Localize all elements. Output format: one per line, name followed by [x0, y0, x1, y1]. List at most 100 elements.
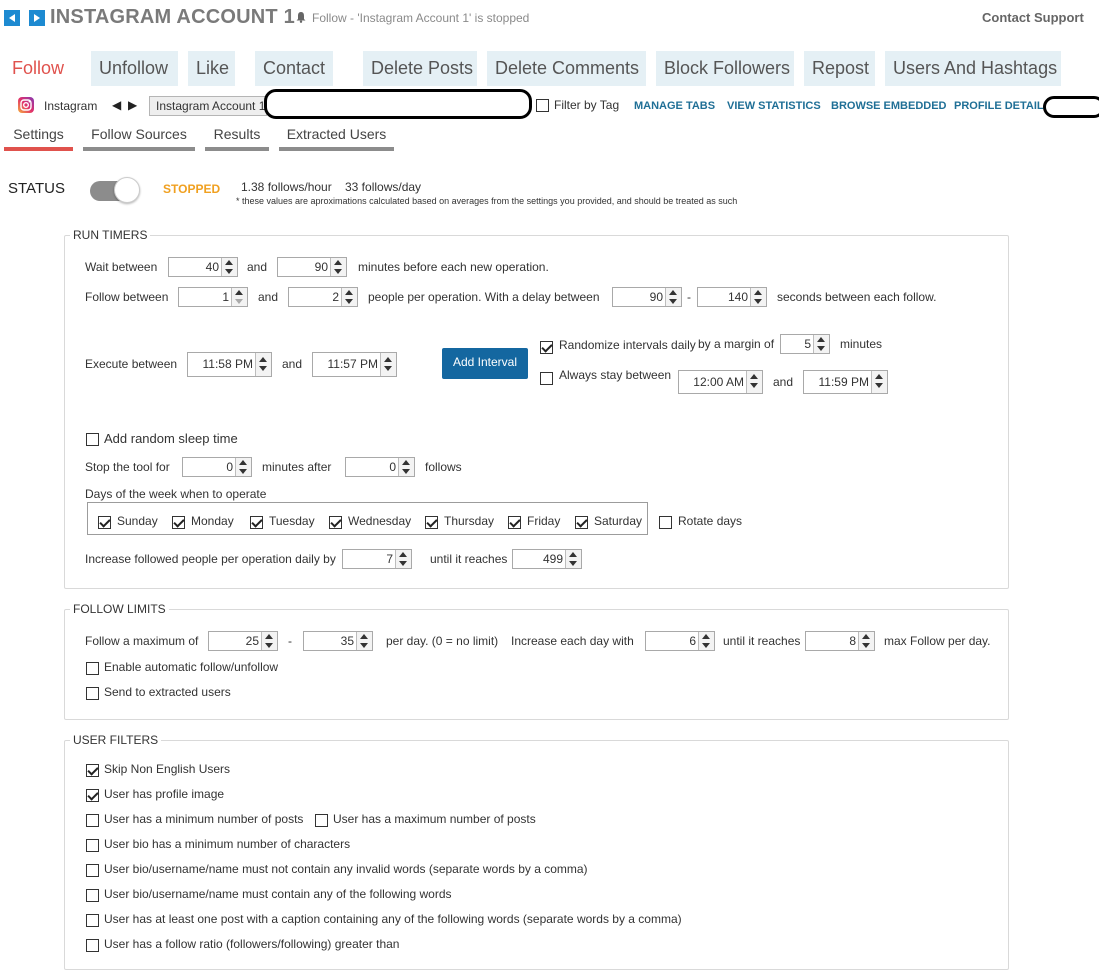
until-reaches-label: until it reaches	[430, 552, 508, 566]
margin-label: by a margin of	[698, 337, 775, 351]
day-monday-checkbox[interactable]	[172, 516, 185, 529]
max-max-stepper[interactable]: 35	[303, 631, 373, 651]
send-extracted-checkbox[interactable]	[86, 687, 99, 700]
day-wednesday-checkbox[interactable]	[329, 516, 342, 529]
tab-block-followers[interactable]: Block Followers	[656, 51, 794, 86]
delay-suffix-label: seconds between each follow.	[777, 290, 937, 304]
filter-by-tag-checkbox[interactable]	[536, 99, 549, 112]
view-statistics-link[interactable]: VIEW STATISTICS	[727, 100, 821, 112]
subtab-follow-sources[interactable]: Follow Sources	[83, 124, 195, 151]
add-interval-button[interactable]: Add Interval	[442, 348, 528, 379]
and-label: and	[247, 260, 268, 274]
back-button[interactable]	[4, 10, 20, 26]
next-account-icon[interactable]: ▶	[128, 98, 137, 112]
day-thursday-label: Thursday	[444, 514, 495, 528]
tab-unfollow[interactable]: Unfollow	[91, 51, 178, 86]
profile-details-link[interactable]: PROFILE DETAILS	[954, 100, 1051, 112]
rotate-days-checkbox[interactable]	[659, 516, 672, 529]
day-tuesday-label: Tuesday	[269, 514, 315, 528]
follow-max-stepper[interactable]: 2	[288, 287, 358, 307]
tab-repost[interactable]: Repost	[804, 51, 875, 86]
day-thursday-checkbox[interactable]	[425, 516, 438, 529]
random-sleep-label: Add random sleep time	[104, 431, 238, 446]
max-posts-checkbox[interactable]	[315, 814, 328, 827]
status-toggle[interactable]	[90, 177, 140, 203]
increase-each-stepper[interactable]: 6	[645, 631, 715, 651]
filter-by-tag-label: Filter by Tag	[554, 98, 620, 112]
send-extracted-label: Send to extracted users	[104, 685, 231, 699]
day-sunday-label: Sunday	[117, 514, 158, 528]
day-saturday-checkbox[interactable]	[575, 516, 588, 529]
stay-start-stepper[interactable]: 12:00 AM	[678, 370, 763, 394]
subtab-settings[interactable]: Settings	[4, 124, 73, 151]
tab-contact[interactable]: Contact	[255, 51, 333, 86]
wait-min-stepper[interactable]: 40	[168, 257, 238, 277]
delay-min-stepper[interactable]: 90	[612, 287, 682, 307]
invalid-words-label: User bio/username/name must not contain …	[104, 862, 588, 876]
required-words-checkbox[interactable]	[86, 889, 99, 902]
max-min-stepper[interactable]: 25	[208, 631, 278, 651]
day-tuesday-checkbox[interactable]	[250, 516, 263, 529]
day-sunday-checkbox[interactable]	[98, 516, 111, 529]
execute-start-stepper[interactable]: 11:58 PM	[187, 352, 272, 377]
random-sleep-checkbox[interactable]	[86, 433, 99, 446]
subtab-extracted-users[interactable]: Extracted Users	[279, 124, 394, 151]
redaction-mark	[264, 89, 532, 119]
follows-per-hour: 1.38 follows/hour	[241, 180, 332, 194]
contact-support-link[interactable]: Contact Support	[982, 10, 1084, 25]
bio-min-chars-checkbox[interactable]	[86, 839, 99, 852]
browse-embedded-link[interactable]: BROWSE EMBEDDED	[831, 100, 947, 112]
invalid-words-checkbox[interactable]	[86, 864, 99, 877]
increase-by-stepper[interactable]: 7	[342, 549, 412, 569]
profile-image-checkbox[interactable]	[86, 789, 99, 802]
day-friday-checkbox[interactable]	[508, 516, 521, 529]
wait-between-label: Wait between	[85, 260, 158, 274]
status-badge: STOPPED	[163, 182, 221, 196]
wait-max-stepper[interactable]: 90	[277, 257, 347, 277]
run-timers-legend: RUN TIMERS	[70, 228, 151, 242]
stop-minutes-stepper[interactable]: 0	[182, 457, 252, 477]
min-posts-label: User has a minimum number of posts	[104, 812, 304, 826]
tab-users-and-hashtags[interactable]: Users And Hashtags	[885, 51, 1061, 86]
delay-max-stepper[interactable]: 140	[697, 287, 767, 307]
status-message: Follow - 'Instagram Account 1' is stoppe…	[312, 11, 530, 25]
tab-like[interactable]: Like	[188, 51, 235, 86]
per-day-label: per day. (0 = no limit)	[386, 634, 499, 648]
increase-max-stepper[interactable]: 499	[512, 549, 582, 569]
network-label: Instagram	[44, 99, 98, 113]
increase-label: Increase followed people per operation d…	[85, 552, 336, 566]
follow-limits-legend: FOLLOW LIMITS	[70, 602, 169, 616]
tab-delete-posts[interactable]: Delete Posts	[363, 51, 477, 86]
margin-stepper[interactable]: 5	[780, 334, 830, 354]
follow-min-stepper[interactable]: 1	[178, 287, 248, 307]
and-label: and	[258, 290, 279, 304]
execute-end-stepper[interactable]: 11:57 PM	[312, 352, 397, 377]
and-label: and	[773, 375, 794, 389]
randomize-checkbox[interactable]	[540, 341, 553, 354]
stay-end-stepper[interactable]: 11:59 PM	[803, 370, 888, 394]
forward-button[interactable]	[29, 10, 45, 26]
follow-ratio-checkbox[interactable]	[86, 939, 99, 952]
auto-follow-label: Enable automatic follow/unfollow	[104, 660, 279, 674]
page-title: INSTAGRAM ACCOUNT 1	[50, 6, 295, 28]
instagram-icon	[18, 97, 34, 116]
increase-each-label: Increase each day with	[511, 634, 634, 648]
always-stay-checkbox[interactable]	[540, 372, 553, 385]
min-posts-checkbox[interactable]	[86, 814, 99, 827]
estimate-note: * these values are aproximations calcula…	[236, 196, 738, 206]
skip-non-english-checkbox[interactable]	[86, 764, 99, 777]
and-label: and	[282, 357, 303, 371]
manage-tabs-link[interactable]: MANAGE TABS	[634, 100, 715, 112]
follows-label: follows	[425, 460, 462, 474]
auto-follow-checkbox[interactable]	[86, 662, 99, 675]
prev-account-icon[interactable]: ◀	[112, 98, 121, 112]
follow-max-label: Follow a maximum of	[85, 634, 199, 648]
rotate-days-label: Rotate days	[678, 514, 743, 528]
until-val-stepper[interactable]: 8	[805, 631, 875, 651]
account-select[interactable]: Instagram Account 1	[149, 96, 267, 116]
subtab-results[interactable]: Results	[205, 124, 269, 151]
caption-words-checkbox[interactable]	[86, 914, 99, 927]
tab-follow[interactable]: Follow	[4, 51, 71, 86]
tab-delete-comments[interactable]: Delete Comments	[487, 51, 646, 86]
stop-follows-stepper[interactable]: 0	[345, 457, 415, 477]
